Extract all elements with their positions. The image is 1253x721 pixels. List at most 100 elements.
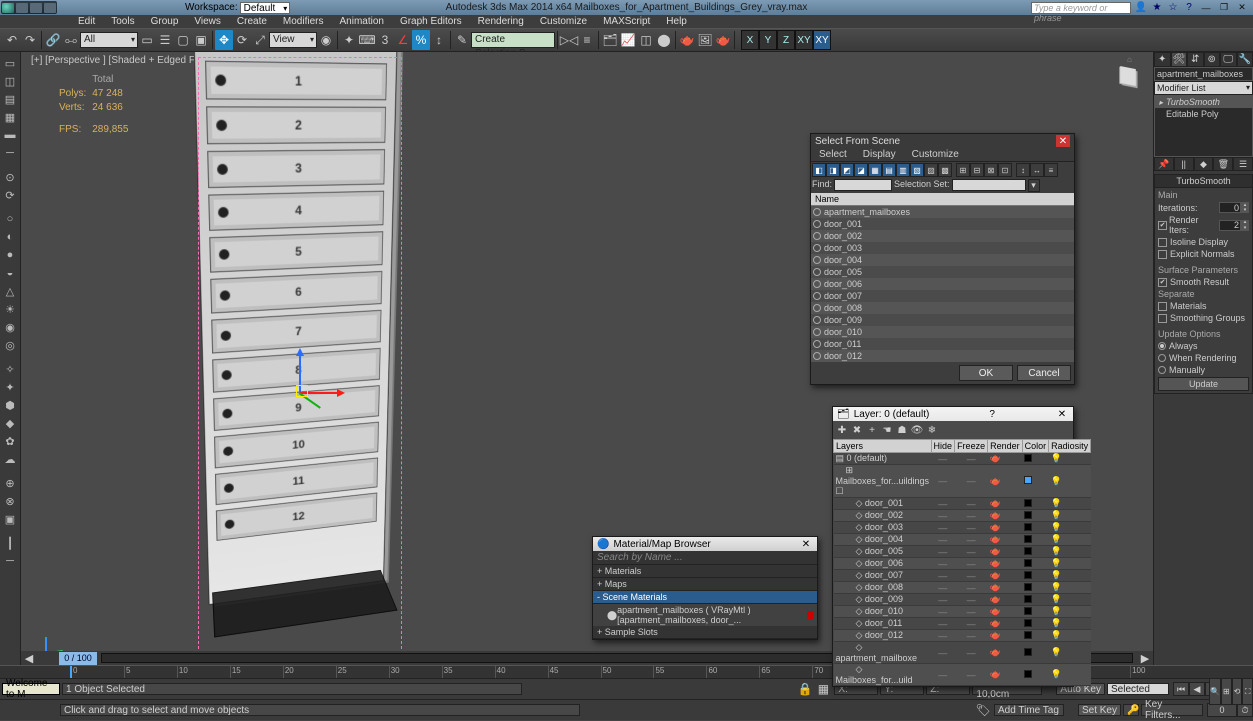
- help-icon[interactable]: ?: [1183, 2, 1195, 14]
- scene-object-list[interactable]: apartment_mailboxesdoor_001door_002door_…: [811, 206, 1074, 362]
- tab-display[interactable]: 🖵: [1220, 52, 1237, 67]
- update-manual-radio[interactable]: Manually: [1158, 365, 1249, 375]
- lock-selection-icon[interactable]: 🔒: [796, 679, 814, 699]
- update-render-radio[interactable]: When Rendering: [1158, 353, 1249, 363]
- schematic-view-button[interactable]: ◫: [637, 30, 655, 50]
- scene-list-item[interactable]: door_003: [811, 242, 1074, 254]
- pin-stack-button[interactable]: 📌: [1154, 157, 1174, 171]
- layer-row[interactable]: ⊞ Mailboxes_for...uildings ☐——🫖💡: [834, 465, 1091, 498]
- ok-button[interactable]: OK: [959, 365, 1013, 381]
- left-tool-0[interactable]: ▭: [1, 54, 19, 72]
- sfs-filter-4[interactable]: ▦: [868, 163, 882, 177]
- layer-row[interactable]: ◇ door_005——🫖💡: [834, 546, 1091, 558]
- minimize-button[interactable]: —: [1199, 2, 1213, 14]
- link-button[interactable]: 🔗: [44, 30, 62, 50]
- setkey-key-button[interactable]: 🔑: [1123, 704, 1139, 716]
- selection-filter-dropdown[interactable]: All: [80, 32, 138, 48]
- left-tool-1[interactable]: ◫: [1, 72, 19, 90]
- material-map-browser-dialog[interactable]: 🔵Material/Map Browser✕ Search by Name ..…: [592, 536, 818, 640]
- layer-manager-button[interactable]: 🗂: [601, 30, 619, 50]
- mmb-cat-sample[interactable]: + Sample Slots: [593, 626, 817, 639]
- axis-x-button[interactable]: X: [741, 30, 759, 50]
- sfs-filter-16[interactable]: ↕: [1016, 163, 1030, 177]
- explicit-normals-check[interactable]: Explicit Normals: [1158, 249, 1249, 259]
- axis-z-button[interactable]: Z: [777, 30, 795, 50]
- angle-snap-button[interactable]: ∠: [394, 30, 412, 50]
- axis-y-button[interactable]: Y: [759, 30, 777, 50]
- selection-set-input[interactable]: [952, 179, 1026, 191]
- snap-toggle-button[interactable]: 3: [376, 30, 394, 50]
- sfs-filter-2[interactable]: ◩: [840, 163, 854, 177]
- axis-xy-button[interactable]: XY: [795, 30, 813, 50]
- delete-layer-icon[interactable]: ✖: [850, 423, 864, 437]
- scene-list-item[interactable]: door_011: [811, 338, 1074, 350]
- tab-modify[interactable]: 🛠: [1171, 52, 1188, 67]
- left-tool-12[interactable]: ●: [1, 246, 19, 264]
- separate-materials-check[interactable]: Materials: [1158, 301, 1249, 311]
- menu-modifiers[interactable]: Modifiers: [275, 15, 332, 28]
- select-from-scene-dialog[interactable]: Select From Scene✕ SelectDisplayCustomiz…: [810, 133, 1075, 385]
- hide-unhide-icon[interactable]: 👁: [910, 423, 924, 437]
- smooth-result-check[interactable]: ✔Smooth Result: [1158, 277, 1249, 287]
- tab-create[interactable]: ✦: [1154, 52, 1171, 67]
- menu-animation[interactable]: Animation: [331, 15, 391, 28]
- rendered-frame-button[interactable]: 🖼: [696, 30, 714, 50]
- sfs-filter-8[interactable]: ▨: [924, 163, 938, 177]
- menu-graph-editors[interactable]: Graph Editors: [392, 15, 470, 28]
- percent-snap-button[interactable]: %: [412, 30, 430, 50]
- help-search-input[interactable]: Type a keyword or phrase: [1031, 2, 1131, 14]
- rect-region-button[interactable]: ▢: [174, 30, 192, 50]
- workspace-dropdown[interactable]: Default: [240, 2, 291, 14]
- rollout-header[interactable]: TurboSmooth: [1155, 175, 1252, 188]
- left-tool-23[interactable]: ✿: [1, 432, 19, 450]
- left-tool-31[interactable]: ─: [1, 552, 19, 570]
- setkey-button[interactable]: Set Key: [1078, 704, 1121, 716]
- welcome-script-panel[interactable]: Welcome to M: [2, 683, 60, 695]
- favorite-icon[interactable]: ☆: [1167, 2, 1179, 14]
- abs-rel-icon[interactable]: ▦: [814, 679, 832, 699]
- configure-sets-button[interactable]: ☰: [1233, 157, 1253, 171]
- add-time-tag-button[interactable]: Add Time Tag: [994, 704, 1064, 716]
- mmb-search-input[interactable]: Search by Name ...: [593, 551, 817, 565]
- menu-views[interactable]: Views: [186, 15, 229, 28]
- left-tool-30[interactable]: ┃: [1, 534, 19, 552]
- menu-customize[interactable]: Customize: [532, 15, 595, 28]
- sfs-filter-1[interactable]: ◨: [826, 163, 840, 177]
- highlight-layer-icon[interactable]: ☗: [895, 423, 909, 437]
- layer-manager-dialog[interactable]: 🗂Layer: 0 (default)?✕ ✚ ✖ + ☚ ☗ 👁 ❄ Laye…: [832, 406, 1074, 687]
- use-pivot-button[interactable]: ◉: [317, 30, 335, 50]
- render-prod-button[interactable]: 🫖: [714, 30, 732, 50]
- layer-row[interactable]: ◇ door_002——🫖💡: [834, 510, 1091, 522]
- sfs-filter-11[interactable]: ⊞: [956, 163, 970, 177]
- prev-frame-button[interactable]: ◀: [1189, 682, 1205, 696]
- select-and-rotate-button[interactable]: ⟳: [233, 30, 251, 50]
- curve-editor-button[interactable]: 📈: [619, 30, 637, 50]
- modifier-stack[interactable]: ▸TurboSmooth ▸Editable Poly: [1154, 95, 1253, 157]
- star-icon[interactable]: ★: [1151, 2, 1163, 14]
- left-tool-3[interactable]: ▦: [1, 108, 19, 126]
- scene-list-item[interactable]: door_007: [811, 290, 1074, 302]
- left-tool-7[interactable]: ⊙: [1, 168, 19, 186]
- undo-button[interactable]: ↶: [3, 30, 21, 50]
- freeze-unfreeze-icon[interactable]: ❄: [925, 423, 939, 437]
- left-tool-28[interactable]: ▣: [1, 510, 19, 528]
- keymode-dropdown[interactable]: Selected: [1107, 683, 1169, 695]
- app-menu-button[interactable]: [1, 1, 57, 14]
- sfs-filter-13[interactable]: ⊠: [984, 163, 998, 177]
- ref-coord-dropdown[interactable]: View: [269, 32, 317, 48]
- tab-hierarchy[interactable]: ⇵: [1187, 52, 1204, 67]
- scene-list-item[interactable]: door_008: [811, 302, 1074, 314]
- sfs-filter-7[interactable]: ▧: [910, 163, 924, 177]
- left-tool-14[interactable]: △: [1, 282, 19, 300]
- render-iters-spinner[interactable]: ▴▾: [1219, 220, 1249, 231]
- menu-create[interactable]: Create: [229, 15, 275, 28]
- sfs-filter-9[interactable]: ▩: [938, 163, 952, 177]
- scene-list-item[interactable]: door_009: [811, 314, 1074, 326]
- viewcube[interactable]: ⌂: [1109, 55, 1149, 95]
- update-always-radio[interactable]: Always: [1158, 341, 1249, 351]
- left-tool-26[interactable]: ⊕: [1, 474, 19, 492]
- add-to-layer-icon[interactable]: +: [865, 423, 879, 437]
- stack-item-editable-poly[interactable]: ▸Editable Poly: [1155, 108, 1252, 120]
- select-and-scale-button[interactable]: ⤢: [251, 30, 269, 50]
- layer-row[interactable]: ▤ 0 (default)——🫖💡: [834, 453, 1091, 465]
